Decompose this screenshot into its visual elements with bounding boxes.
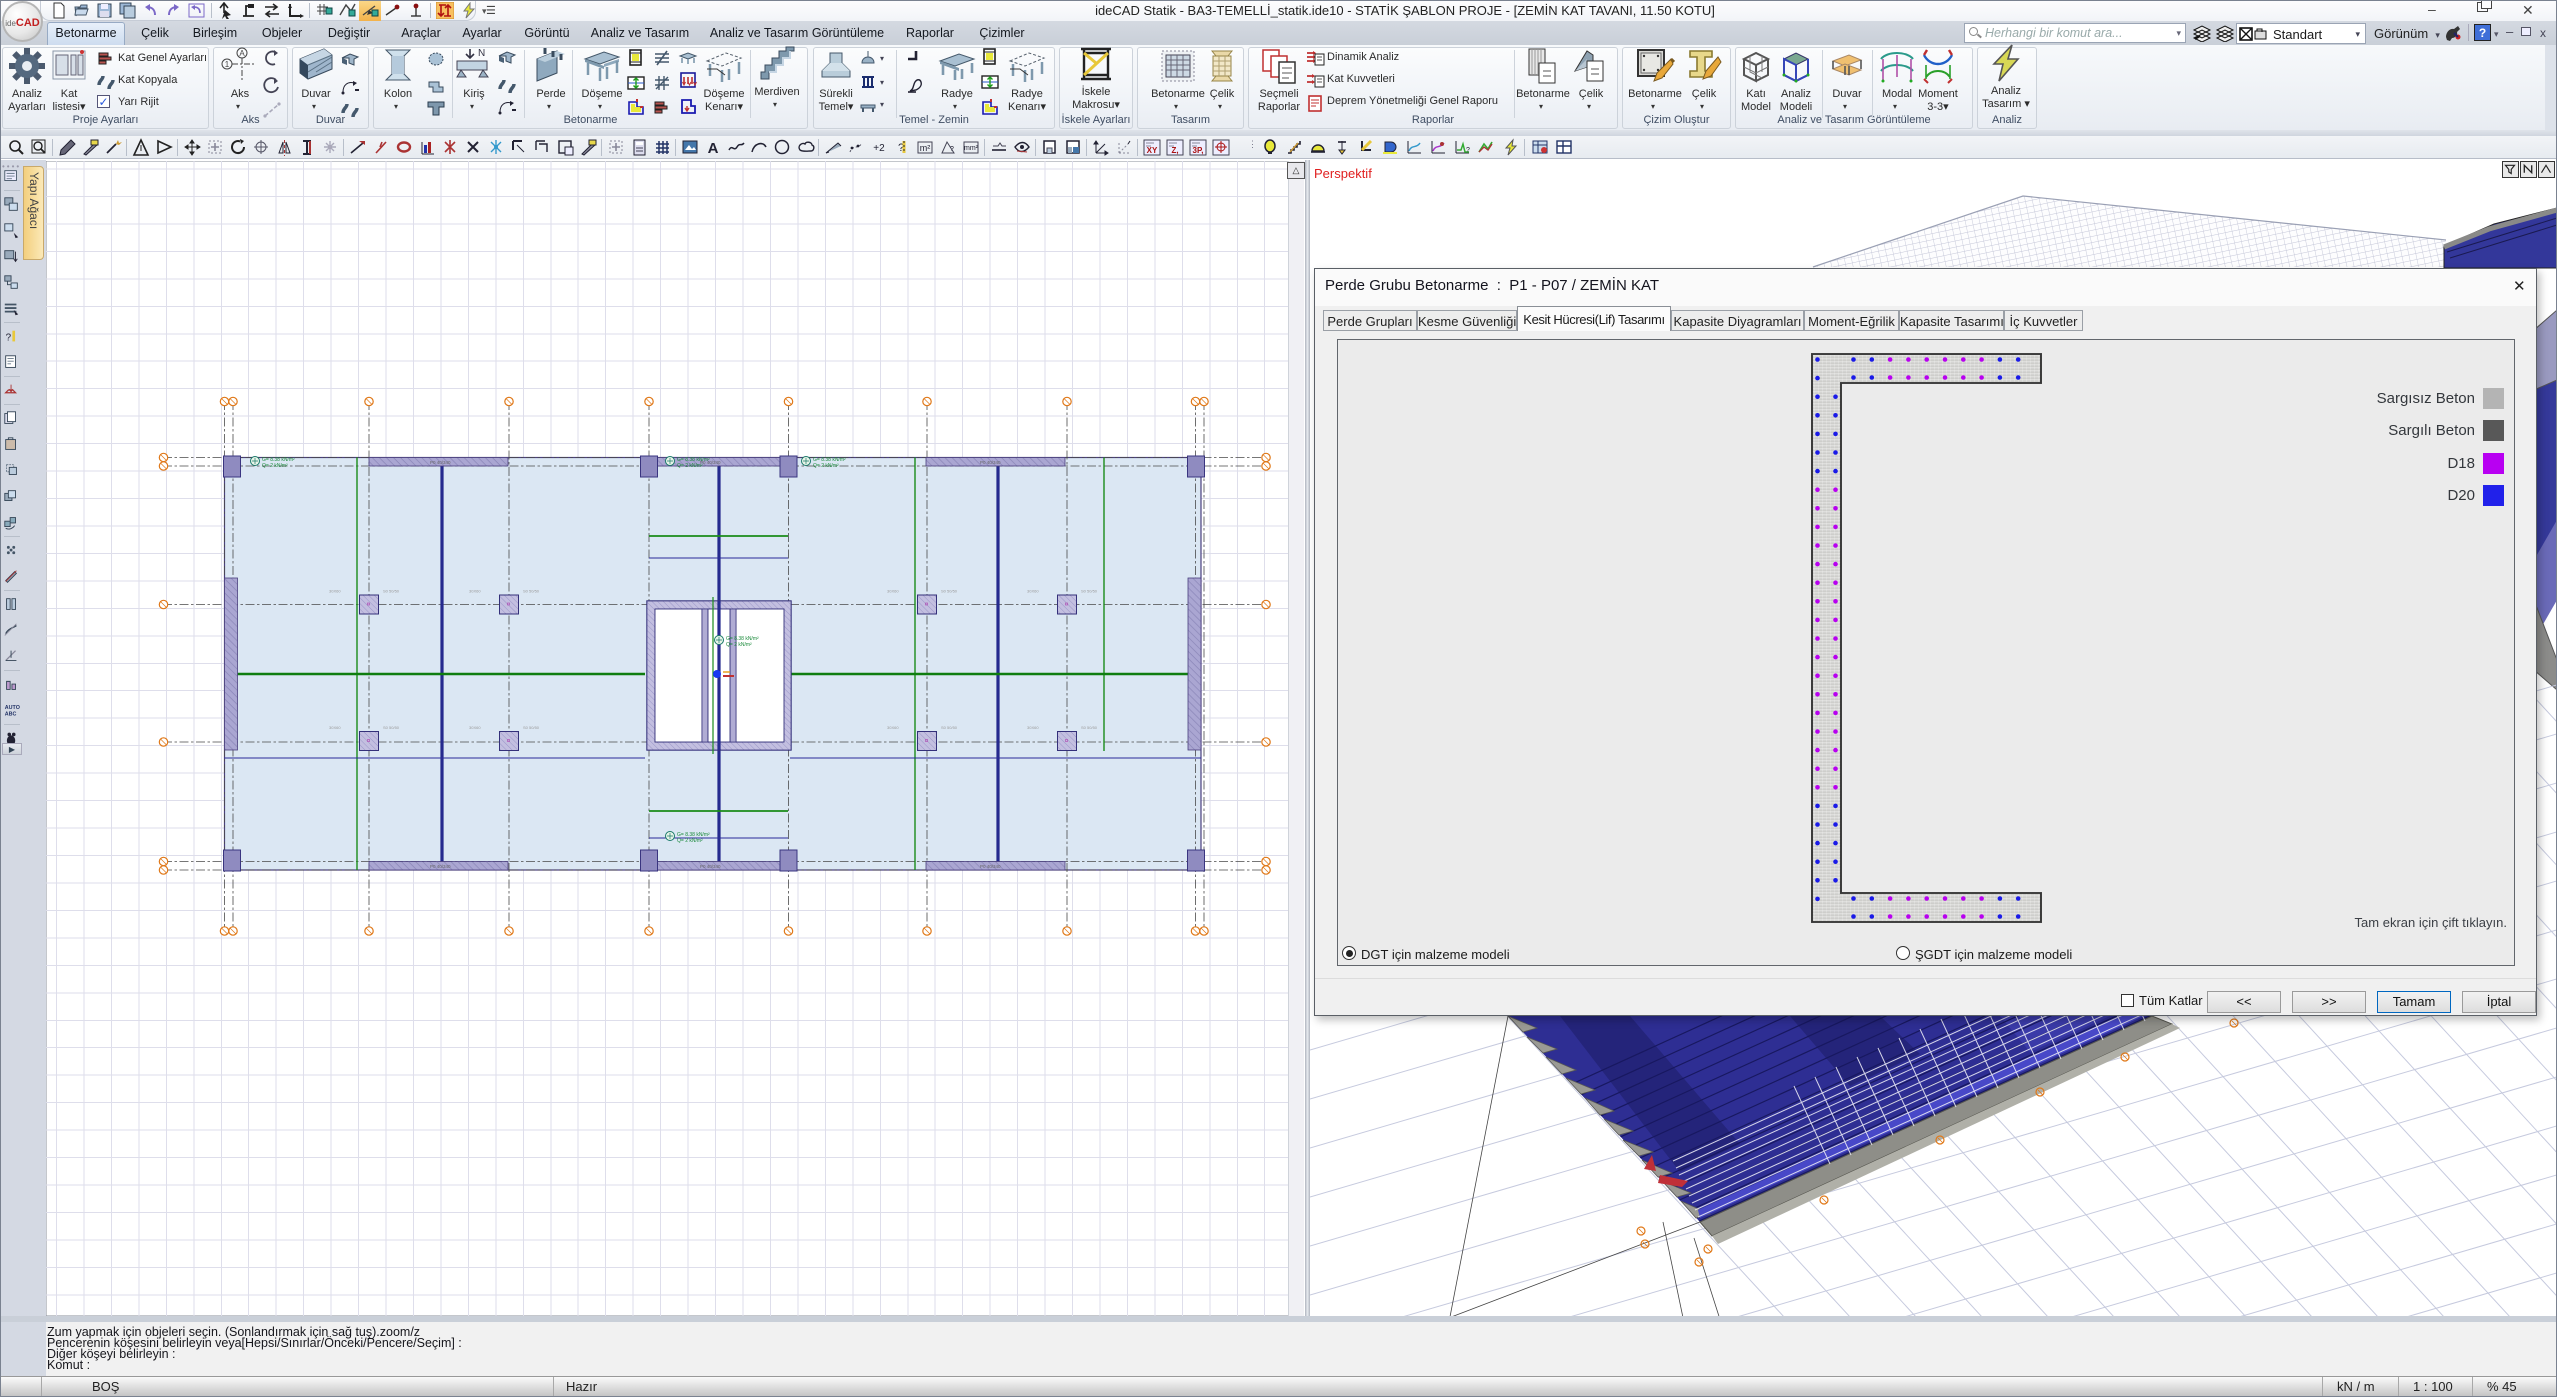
svg-text:1: 1 <box>225 60 230 69</box>
svg-text:Q= 2 kN/m²: Q= 2 kN/m² <box>726 642 752 648</box>
svg-text:S0 50/50: S0 50/50 <box>1081 589 1098 594</box>
svg-text:P0 40/340: P0 40/340 <box>980 864 1001 869</box>
svg-text:?: ? <box>1466 147 1470 154</box>
svg-text:A: A <box>708 140 719 157</box>
svg-text:Z,: Z, <box>1171 146 1178 155</box>
svg-text:S0 50/50: S0 50/50 <box>941 725 958 730</box>
svg-text:S0 50/50: S0 50/50 <box>523 589 540 594</box>
svg-text:30X60: 30X60 <box>329 589 341 594</box>
svg-text:N: N <box>478 48 485 59</box>
svg-text:Q= 2 kN/m²: Q= 2 kN/m² <box>813 463 839 469</box>
svg-text:30X60: 30X60 <box>1027 589 1039 594</box>
svg-text:m²: m² <box>920 143 931 153</box>
svg-text:S0 50/50: S0 50/50 <box>941 589 958 594</box>
svg-text:30X60: 30X60 <box>887 725 899 730</box>
svg-text:P0 40/340: P0 40/340 <box>700 864 721 869</box>
svg-text:3P,: 3P, <box>1193 146 1204 155</box>
svg-text:30X60: 30X60 <box>469 589 481 594</box>
svg-text:30X60: 30X60 <box>1027 725 1039 730</box>
svg-text:A: A <box>239 49 245 58</box>
svg-text:S0 50/50: S0 50/50 <box>523 725 540 730</box>
svg-text:S0 50/50: S0 50/50 <box>383 725 400 730</box>
svg-text:P0 40/340: P0 40/340 <box>700 460 721 465</box>
svg-text:30X60: 30X60 <box>329 725 341 730</box>
svg-text:ABC: ABC <box>5 711 17 717</box>
svg-text:?: ? <box>6 333 12 344</box>
svg-text:?: ? <box>950 146 954 153</box>
svg-text:S0 50/50: S0 50/50 <box>1081 725 1098 730</box>
svg-text:XY: XY <box>1147 146 1158 155</box>
svg-text:AUTO: AUTO <box>5 705 20 711</box>
svg-text:30X60: 30X60 <box>469 725 481 730</box>
svg-text:+2: +2 <box>873 143 885 154</box>
svg-text:P0 40/340: P0 40/340 <box>430 864 451 869</box>
svg-text:Q= 2 kN/m²: Q= 2 kN/m² <box>677 838 703 844</box>
svg-text:S0 50/50: S0 50/50 <box>383 589 400 594</box>
svg-text:P0 40/340: P0 40/340 <box>980 460 1001 465</box>
svg-text:Q= 2 kN/m²: Q= 2 kN/m² <box>262 463 288 469</box>
svg-text:mm²: mm² <box>964 145 979 152</box>
svg-text:P0 40/340: P0 40/340 <box>430 460 451 465</box>
svg-text:30X60: 30X60 <box>887 589 899 594</box>
